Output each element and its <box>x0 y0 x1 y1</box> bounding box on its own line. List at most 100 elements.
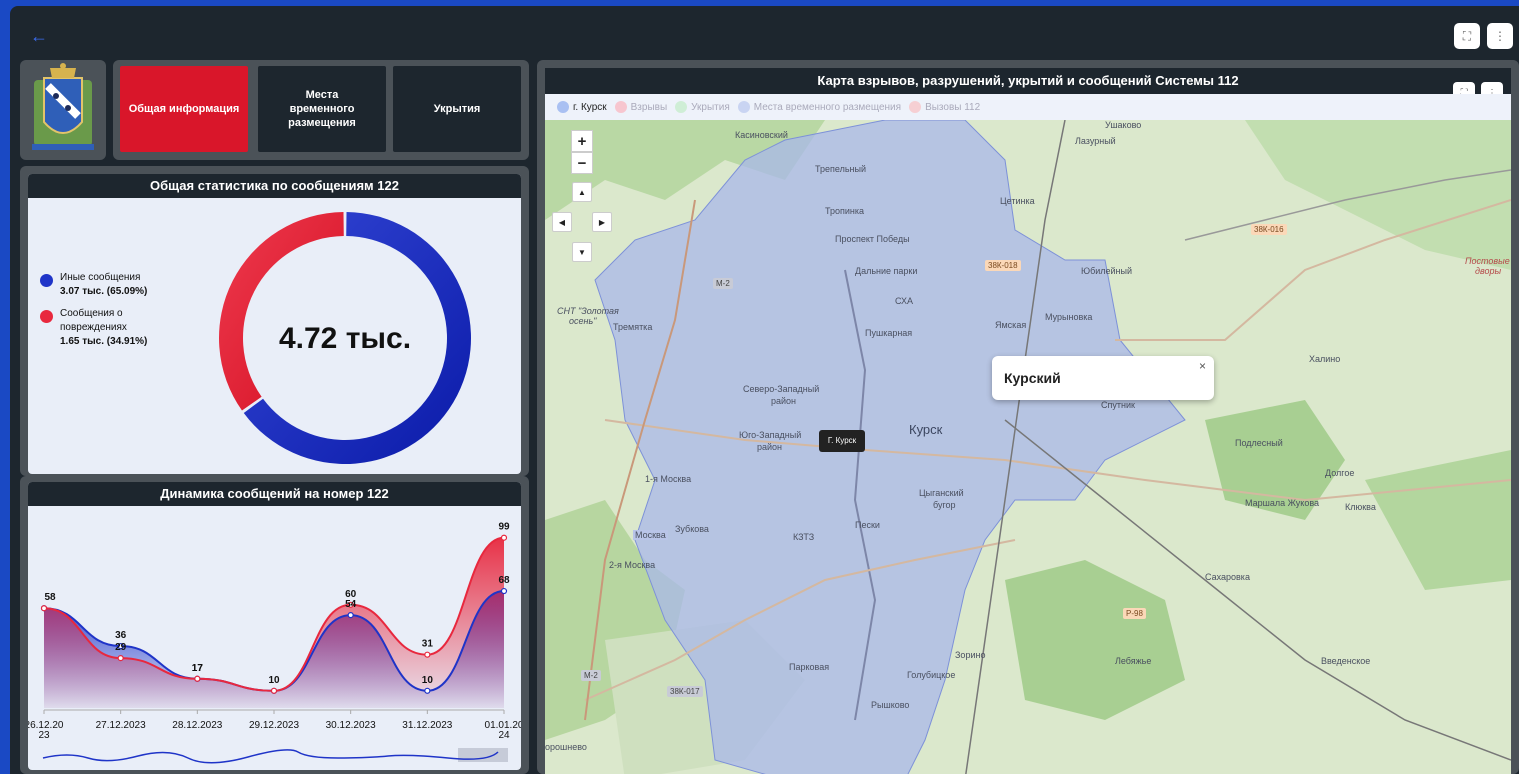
zoom-in-button[interactable]: + <box>571 130 593 152</box>
map-label: Долгое <box>1325 468 1355 478</box>
map-label: осень" <box>569 316 597 326</box>
map-label: Москва <box>633 530 668 540</box>
series-1-point[interactable] <box>270 687 278 694</box>
donut-chart: 4.72 тыс. <box>219 212 471 464</box>
road-sign: М-2 <box>713 278 733 289</box>
map-label: Дальние парки <box>855 266 918 276</box>
map-label: Пушкарная <box>865 328 913 338</box>
x-tick-label: 27.12.2023 <box>96 720 146 731</box>
nav-panel: Общая информация Места временного размещ… <box>113 60 529 160</box>
popup-title: Курский <box>1004 370 1061 386</box>
map-label: бугор <box>933 500 956 510</box>
fullscreen-icon[interactable]: ⛶ <box>1454 23 1480 49</box>
x-tick-label: 24 <box>498 730 510 741</box>
map-label: Лазурный <box>1075 136 1116 146</box>
map-label: Цыганский <box>919 488 964 498</box>
data-label: 17 <box>192 663 204 674</box>
map-label: Трепельный <box>815 164 866 174</box>
map-legend-explosions[interactable]: Взрывы <box>614 101 667 113</box>
close-icon[interactable]: × <box>1199 359 1206 373</box>
series-1-point[interactable] <box>424 651 431 658</box>
map-label: Лебяжье <box>1115 656 1152 666</box>
legend-damage-messages[interactable]: Сообщения о повреждениях 1.65 тыс. (34.9… <box>40 307 147 349</box>
legend-dot-blue <box>40 274 53 287</box>
overview-line <box>42 749 499 764</box>
series-0-point[interactable] <box>424 687 431 694</box>
tab-shelters[interactable]: Укрытия <box>393 66 521 152</box>
pan-right-button[interactable]: ▶ <box>592 212 612 232</box>
map-label: Юго-Западный <box>739 430 802 440</box>
map-label: КЗТЗ <box>793 532 815 542</box>
data-label: 54 <box>345 599 357 610</box>
map-label: Голубицкое <box>907 670 956 680</box>
pan-left-button[interactable]: ◀ <box>552 212 572 232</box>
data-label: 58 <box>44 592 56 603</box>
map-label: район <box>757 442 783 452</box>
tab-temporary-housing[interactable]: Места временного размещения <box>258 66 386 152</box>
data-label: 29 <box>115 642 127 653</box>
pan-up-button[interactable]: ▲ <box>572 182 592 202</box>
map-label: Подлесный <box>1235 438 1283 448</box>
back-arrow-icon[interactable]: ← <box>30 26 50 46</box>
data-label: 99 <box>498 522 510 533</box>
map-legend-kursk[interactable]: г. Курск <box>557 101 607 113</box>
map-label: Северо-Западный <box>743 384 820 394</box>
map-label: 1-я Москва <box>645 474 692 484</box>
map-legend-calls[interactable]: Вызовы 112 <box>909 101 980 113</box>
pan-down-button[interactable]: ▼ <box>572 242 592 262</box>
series-1-point[interactable] <box>500 534 508 541</box>
zoom-slider-handle[interactable] <box>458 748 508 762</box>
donut-center-label: 4.72 тыс. <box>279 322 411 355</box>
map-label: дворы <box>1475 266 1502 276</box>
road-sign: 38К-018 <box>985 260 1021 271</box>
x-tick-label: 28.12.2023 <box>172 720 222 731</box>
zoom-out-button[interactable]: − <box>571 152 593 174</box>
series-0-point[interactable] <box>347 612 354 619</box>
x-tick-label: 31.12.2023 <box>402 720 452 731</box>
data-label: 10 <box>422 675 434 686</box>
map-panel: Карта взрывов, разрушений, укрытий и соо… <box>537 60 1519 774</box>
map-container: Карта взрывов, разрушений, укрытий и соо… <box>545 68 1511 774</box>
map-label: Спутник <box>1101 400 1135 410</box>
road-sign: 38К-017 <box>667 686 703 697</box>
map-legend-shelters[interactable]: Укрытия <box>675 101 730 113</box>
map-label: район <box>771 396 797 406</box>
map-label: Клюква <box>1345 502 1376 512</box>
map-label: Маршала Жукова <box>1245 498 1320 508</box>
series-0-point[interactable] <box>500 587 508 595</box>
stats-panel: Общая статистика по сообщениям 122 Иные … <box>20 166 529 476</box>
map-legend: г. Курск Взрывы Укрытия Места временного… <box>545 94 1511 120</box>
map-label: 2-я Москва <box>609 560 656 570</box>
map-label: Проспект Победы <box>835 234 910 244</box>
map-label: Тропинка <box>825 206 865 216</box>
map-label: СНТ "Золотая <box>557 306 619 316</box>
tab-general-info[interactable]: Общая информация <box>120 66 248 152</box>
dynamics-card: Динамика сообщений на номер 122 58 36 17 10… <box>28 482 521 770</box>
map-label: Парковая <box>789 662 830 672</box>
map-canvas[interactable]: + − ▲ ◀ ▶ ▼ Касиновский Ушаково Лазурный… <box>545 120 1511 774</box>
stats-card: Общая статистика по сообщениям 122 Иные … <box>28 174 521 474</box>
line-chart: 583617105410682917603199 26.12.202327.12… <box>28 522 521 764</box>
map-legend-housing[interactable]: Места временного размещения <box>737 101 901 113</box>
map-label: СХА <box>895 296 913 306</box>
data-label: 68 <box>498 575 510 586</box>
donut-slice-1[interactable] <box>219 212 344 411</box>
coat-of-arms-panel <box>20 60 106 160</box>
menu-icon[interactable]: ⋮ <box>1487 23 1513 49</box>
map-label: Зорино <box>955 650 986 660</box>
map-label: Юбилейный <box>1081 266 1133 276</box>
legend-dot-red <box>40 310 53 323</box>
data-label: 31 <box>422 639 434 650</box>
map-label: Тремятка <box>613 322 653 332</box>
map-tooltip: Г. Курск <box>819 430 865 452</box>
dynamics-title: Динамика сообщений на номер 122 <box>28 482 521 506</box>
map-label: Касиновский <box>735 130 788 140</box>
map-label-city: Курск <box>909 422 943 437</box>
x-tick-label: 29.12.2023 <box>249 720 299 731</box>
legend-other-messages[interactable]: Иные сообщения 3.07 тыс. (65.09%) <box>40 271 147 299</box>
series-1-point[interactable] <box>194 675 201 682</box>
series-1-point[interactable] <box>117 655 124 662</box>
road-sign: 38К-016 <box>1251 224 1287 235</box>
map-label: Ямская <box>995 320 1027 330</box>
series-1-point[interactable] <box>40 605 48 612</box>
